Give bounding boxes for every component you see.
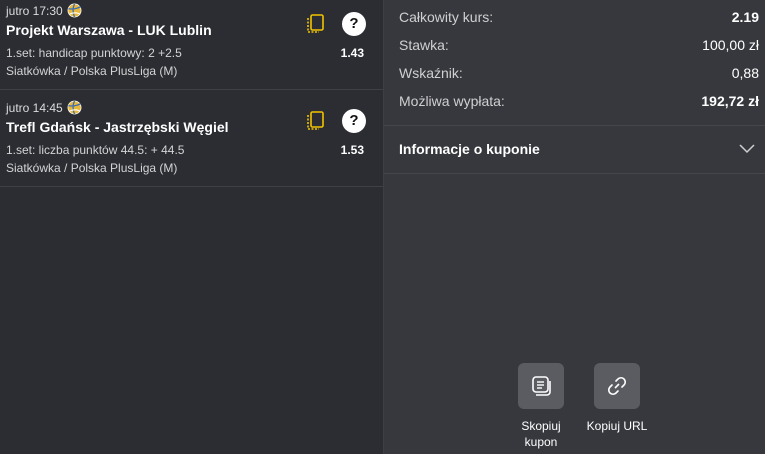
copy-url-button[interactable] xyxy=(594,363,640,409)
event-market: 1.set: liczba punktów 44.5: + 44.5 xyxy=(6,143,185,157)
event-title: Trefl Gdańsk - Jastrzębski Węgiel xyxy=(6,119,229,135)
divider xyxy=(384,125,765,126)
coupon-doc-icon[interactable] xyxy=(306,111,324,131)
event-league: Siatkówka / Polska PlusLiga (M) xyxy=(6,64,178,78)
copy-coupon-button[interactable] xyxy=(518,363,564,409)
event-league: Siatkówka / Polska PlusLiga (M) xyxy=(6,161,178,175)
copy-coupon-label-line1: Skopiuj xyxy=(521,419,561,433)
event-time: jutro 17:30 xyxy=(6,3,63,18)
total-odds-label: Całkowity kurs: xyxy=(399,9,494,25)
event-time-row: jutro 14:45 xyxy=(6,100,82,115)
volleyball-icon xyxy=(67,100,82,115)
coupon-doc-icon[interactable] xyxy=(306,14,324,34)
payout-label: Możliwa wypłata: xyxy=(399,93,505,109)
stake-label: Stawka: xyxy=(399,37,449,53)
divider xyxy=(384,173,765,174)
chevron-down-icon xyxy=(739,144,755,154)
stake-row: Stawka: 100,00 zł xyxy=(399,35,759,55)
event-odds: 1.43 xyxy=(340,46,364,60)
copy-coupon-icon xyxy=(532,376,551,396)
coupon-info-label: Informacje o kuponie xyxy=(399,141,540,157)
coupon-summary-panel: Całkowity kurs: 2.19 Stawka: 100,00 zł W… xyxy=(383,0,765,454)
copy-coupon-label[interactable]: Skopiuj kupon xyxy=(501,418,581,450)
bet-list-panel: jutro 17:30 Projekt Warszawa - LUK Lubli… xyxy=(0,0,383,454)
total-odds-row: Całkowity kurs: 2.19 xyxy=(399,7,759,27)
event-market: 1.set: handicap punktowy: 2 +2.5 xyxy=(6,46,182,60)
help-icon[interactable]: ? xyxy=(342,109,366,133)
payout-value: 192,72 zł xyxy=(701,93,759,109)
help-icon[interactable]: ? xyxy=(342,12,366,36)
bet-event[interactable]: jutro 14:45 Trefl Gdańsk - Jastrzębski W… xyxy=(0,97,383,187)
indicator-value: 0,88 xyxy=(731,65,759,81)
copy-coupon-label-line2: kupon xyxy=(524,435,558,449)
coupon-info-toggle[interactable]: Informacje o kuponie xyxy=(399,137,755,161)
bet-event[interactable]: jutro 17:30 Projekt Warszawa - LUK Lubli… xyxy=(0,0,383,90)
stake-value: 100,00 zł xyxy=(702,37,759,53)
copy-url-label[interactable]: Kopiuj URL xyxy=(577,418,657,434)
link-icon xyxy=(607,376,627,396)
indicator-row: Wskaźnik: 0,88 xyxy=(399,63,759,83)
indicator-label: Wskaźnik: xyxy=(399,65,463,81)
event-time-row: jutro 17:30 xyxy=(6,3,82,18)
event-time: jutro 14:45 xyxy=(6,100,63,115)
payout-row: Możliwa wypłata: 192,72 zł xyxy=(399,91,759,111)
event-odds: 1.53 xyxy=(340,143,364,157)
total-odds-value: 2.19 xyxy=(731,9,759,25)
volleyball-icon xyxy=(67,3,82,18)
event-title: Projekt Warszawa - LUK Lublin xyxy=(6,22,212,38)
